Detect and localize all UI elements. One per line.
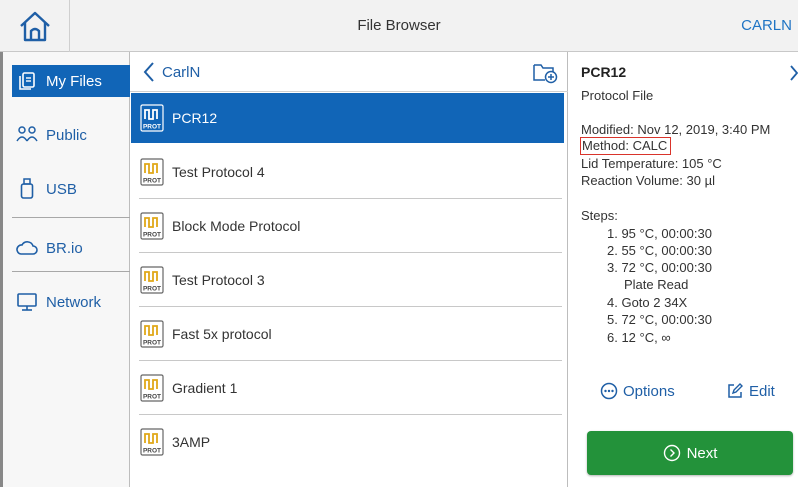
file-name: 3AMP <box>172 434 211 450</box>
step-item: 4. Goto 2 34X <box>607 295 688 310</box>
prot-badge-text: PROT <box>143 178 161 185</box>
edit-button[interactable]: Edit <box>726 381 775 401</box>
file-name: Fast 5x protocol <box>172 326 272 342</box>
file-row[interactable]: PROT Block Mode Protocol <box>131 201 564 251</box>
file-list-panel: CarlN PROT PCR12 PROT Test Protocol 4 PROT Bl… <box>130 52 568 487</box>
back-button[interactable]: CarlN <box>142 61 200 83</box>
next-label: Next <box>686 444 718 462</box>
details-title: PCR12 <box>581 64 627 80</box>
row-divider <box>139 306 562 307</box>
protocol-file-icon: PROT <box>140 266 164 294</box>
file-row[interactable]: PROT Test Protocol 4 <box>131 147 564 197</box>
sidebar-item-public[interactable]: Public <box>12 119 133 151</box>
top-bar: File Browser CARLN <box>0 0 798 52</box>
play-circle-icon <box>663 444 680 462</box>
step-item: 1. 95 °C, 00:00:30 <box>607 226 712 241</box>
home-icon <box>19 11 50 42</box>
usb-icon <box>16 178 38 200</box>
protocol-file-icon: PROT <box>140 428 164 456</box>
protocol-file-icon: PROT <box>140 104 164 132</box>
prot-badge-text: PROT <box>143 340 161 347</box>
file-row[interactable]: PROT Fast 5x protocol <box>131 309 564 359</box>
protocol-file-icon: PROT <box>140 212 164 240</box>
step-item: 5. 72 °C, 00:00:30 <box>607 312 712 327</box>
row-divider <box>139 198 562 199</box>
prot-badge-text: PROT <box>143 448 161 455</box>
chevron-left-icon <box>143 62 154 82</box>
back-label: CarlN <box>162 63 201 81</box>
nav-divider <box>12 271 133 272</box>
monitor-icon <box>16 291 38 313</box>
next-button[interactable]: Next <box>587 431 793 475</box>
nav-divider <box>12 217 133 218</box>
reaction-volume: Reaction Volume: 30 µl <box>581 173 715 188</box>
page-title: File Browser <box>357 17 441 34</box>
sidebar-item-label: Network <box>46 293 102 311</box>
sidebar-item-label: My Files <box>46 72 102 90</box>
prot-badge-text: PROT <box>143 124 161 131</box>
cloud-icon <box>16 237 38 259</box>
sidebar-item-my-files[interactable]: My Files <box>12 65 133 97</box>
modified-date: Modified: Nov 12, 2019, 3:40 PM <box>581 122 771 137</box>
user-name[interactable]: CARLN <box>741 0 792 52</box>
step-item: 3. 72 °C, 00:00:30 <box>607 260 712 275</box>
file-type: Protocol File <box>581 88 654 103</box>
files-icon <box>16 70 38 92</box>
file-name: Gradient 1 <box>172 380 238 396</box>
step-sub-item: Plate Read <box>624 277 689 292</box>
more-options-icon <box>600 382 618 400</box>
details-panel: PCR12 Protocol File Modified: Nov 12, 20… <box>569 52 798 487</box>
new-folder-icon <box>533 64 558 84</box>
home-button[interactable] <box>0 0 70 52</box>
prot-badge-text: PROT <box>143 286 161 293</box>
sidebar-item-label: BR.io <box>46 239 83 257</box>
sidebar: My Files Public USB BR.io Network <box>0 52 133 487</box>
protocol-file-icon: PROT <box>140 158 164 186</box>
lid-temperature: Lid Temperature: 105 °C <box>581 156 722 171</box>
file-row[interactable]: PROT PCR12 <box>131 93 564 143</box>
sidebar-item-usb[interactable]: USB <box>12 173 133 205</box>
protocol-file-icon: PROT <box>140 320 164 348</box>
file-row[interactable]: PROT Test Protocol 3 <box>131 255 564 305</box>
sidebar-item-label: USB <box>46 180 77 198</box>
step-item: 6. 12 °C, ∞ <box>607 330 671 345</box>
edit-label: Edit <box>749 382 775 400</box>
row-divider <box>139 360 562 361</box>
prot-badge-text: PROT <box>143 394 161 401</box>
sidebar-item-network[interactable]: Network <box>12 286 133 318</box>
chevron-right-icon[interactable] <box>789 64 798 87</box>
list-header: CarlN <box>130 52 568 92</box>
steps-label: Steps: <box>581 208 618 223</box>
edit-icon <box>728 383 743 398</box>
file-name: Test Protocol 4 <box>172 164 265 180</box>
file-name: Test Protocol 3 <box>172 272 265 288</box>
sidebar-item-label: Public <box>46 126 87 144</box>
method-value: Method: CALC <box>580 137 672 155</box>
protocol-file-icon: PROT <box>140 374 164 402</box>
new-folder-button[interactable] <box>532 60 558 84</box>
people-icon <box>16 124 38 146</box>
row-divider <box>139 252 562 253</box>
options-button[interactable]: Options <box>600 381 675 401</box>
file-row[interactable]: PROT Gradient 1 <box>131 363 564 413</box>
step-item: 2. 55 °C, 00:00:30 <box>607 243 712 258</box>
file-name: Block Mode Protocol <box>172 218 301 234</box>
row-divider <box>139 414 562 415</box>
sidebar-item-br-io[interactable]: BR.io <box>12 232 133 264</box>
file-row[interactable]: PROT 3AMP <box>131 417 564 467</box>
prot-badge-text: PROT <box>143 232 161 239</box>
options-label: Options <box>623 382 675 400</box>
file-name: PCR12 <box>172 110 218 126</box>
